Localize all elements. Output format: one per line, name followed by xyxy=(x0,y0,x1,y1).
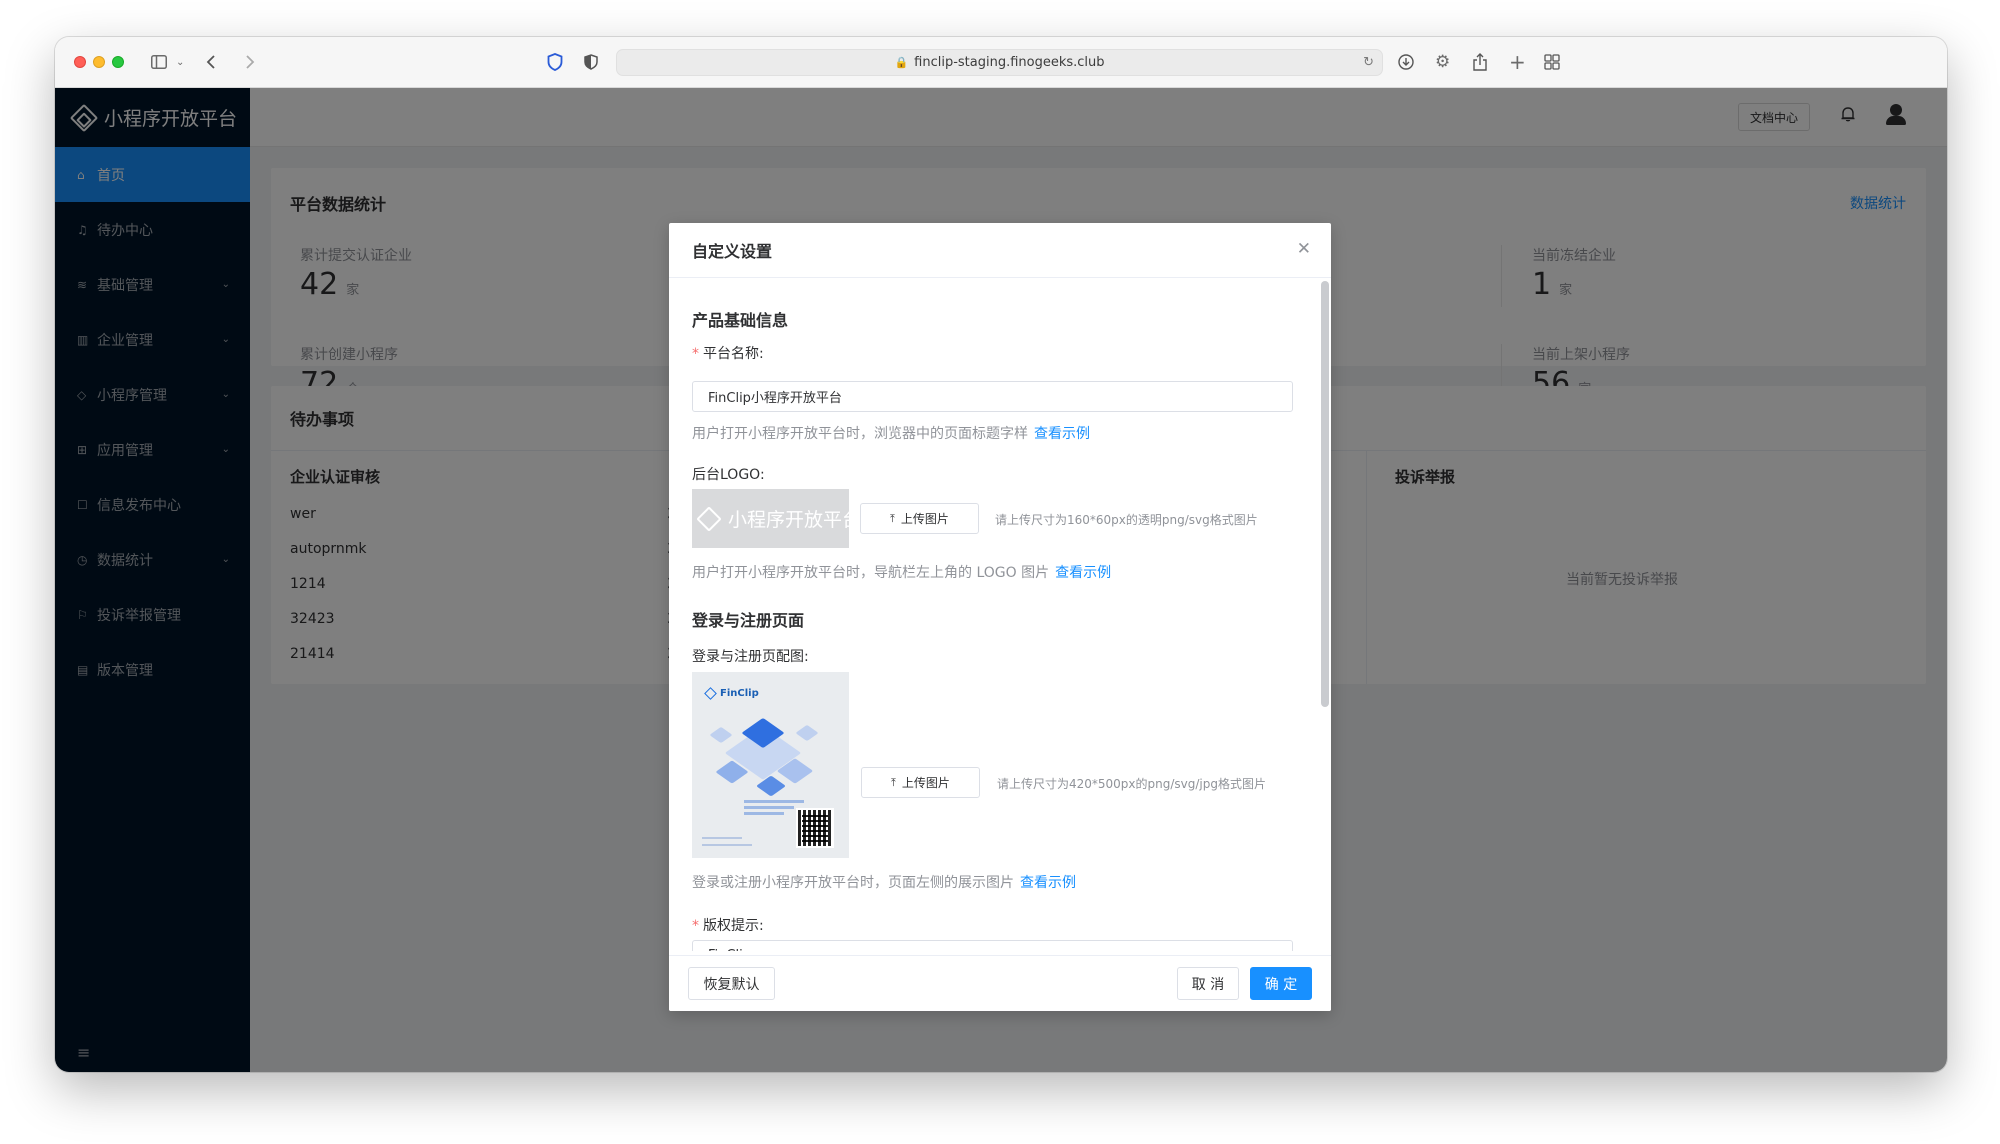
lock-icon: 🔒 xyxy=(894,56,909,69)
chevron-down-icon[interactable]: ⌄ xyxy=(176,48,184,76)
upload-icon: ⤒ xyxy=(890,511,895,525)
view-example-link[interactable]: 查看示例 xyxy=(1055,565,1111,581)
view-example-link[interactable]: 查看示例 xyxy=(1034,426,1090,442)
login-image-upload-tip: 请上传尺寸为420*500px的png/svg/jpg格式图片 xyxy=(997,777,1266,791)
address-bar[interactable]: 🔒 finclip-staging.finogeeks.club ↻ xyxy=(616,49,1383,76)
cancel-button[interactable]: 取 消 xyxy=(1177,967,1239,1000)
minimize-window-button[interactable] xyxy=(93,56,105,68)
dialog-footer: 恢复默认 取 消 确 定 xyxy=(669,955,1331,1011)
browser-toolbar: ⌄ 🔒 finclip-staging.finogeeks.club ↻ ⚙ + xyxy=(55,37,1947,88)
login-image-preview: FinClip xyxy=(692,672,849,858)
confirm-button[interactable]: 确 定 xyxy=(1250,967,1312,1000)
custom-settings-dialog: 自定义设置 ✕ 产品基础信息 * 平台名称: FinClip小程序开放平台 用户打… xyxy=(669,223,1331,1011)
illustration-line xyxy=(744,806,794,809)
logo-hint: 用户打开小程序开放平台时，导航栏左上角的 LOGO 图片 查看示例 xyxy=(692,565,1112,581)
browser-window: ⌄ 🔒 finclip-staging.finogeeks.club ↻ ⚙ + xyxy=(55,37,1947,1072)
copyright-input[interactable]: FinClip xyxy=(692,940,1293,951)
close-window-button[interactable] xyxy=(74,56,86,68)
illustration-line xyxy=(744,812,784,815)
settings-icon[interactable]: ⚙ xyxy=(1435,48,1450,76)
platform-name-input[interactable]: FinClip小程序开放平台 xyxy=(692,381,1293,412)
dialog-body: 产品基础信息 * 平台名称: FinClip小程序开放平台 用户打开小程序开放平台… xyxy=(669,279,1319,951)
login-image-hint: 登录或注册小程序开放平台时，页面左侧的展示图片 查看示例 xyxy=(692,875,1076,891)
illustration-line xyxy=(702,837,742,839)
illustration-block xyxy=(795,724,819,742)
illustration-line xyxy=(744,800,804,803)
reset-default-button[interactable]: 恢复默认 xyxy=(688,967,775,1000)
tab-overview-icon[interactable] xyxy=(1544,48,1560,76)
copyright-label: * 版权提示: xyxy=(692,918,764,934)
section-basic-title: 产品基础信息 xyxy=(692,311,789,330)
back-icon[interactable] xyxy=(206,48,216,76)
shield-icon[interactable] xyxy=(547,48,563,76)
sidebar-icon[interactable] xyxy=(151,48,167,76)
upload-login-image-button[interactable]: ⤒ 上传图片 xyxy=(861,767,980,798)
qr-code-icon xyxy=(796,808,834,848)
backend-logo-label: 后台LOGO: xyxy=(692,467,765,483)
section-login-title: 登录与注册页面 xyxy=(692,611,805,630)
close-icon[interactable]: ✕ xyxy=(1297,239,1311,259)
zoom-window-button[interactable] xyxy=(112,56,124,68)
upload-logo-button[interactable]: ⤒ 上传图片 xyxy=(860,503,979,534)
illustration-line xyxy=(702,844,752,846)
preview-brand: FinClip xyxy=(704,687,759,700)
upload-icon: ⤒ xyxy=(891,775,896,789)
platform-name-hint: 用户打开小程序开放平台时，浏览器中的页面标题字样 查看示例 xyxy=(692,426,1090,442)
logo-upload-tip: 请上传尺寸为160*60px的透明png/svg格式图片 xyxy=(995,513,1258,527)
illustration-block xyxy=(709,726,733,744)
url-text: finclip-staging.finogeeks.club xyxy=(914,55,1105,70)
app-root: 小程序开放平台 ⌂ 首页 ♫ 待办中心 ≋ 基础管理 ⌄ ▥ 企业 xyxy=(55,88,1947,1072)
logo-preview-image: 小程序开放平台 xyxy=(692,489,849,548)
dialog-scrollbar[interactable] xyxy=(1321,281,1329,707)
platform-name-label: * 平台名称: xyxy=(692,346,764,362)
forward-icon[interactable] xyxy=(245,48,255,76)
login-image-label: 登录与注册页配图: xyxy=(692,649,809,665)
privacy-icon[interactable] xyxy=(584,48,598,76)
reload-icon[interactable]: ↻ xyxy=(1363,55,1374,70)
new-tab-icon[interactable]: + xyxy=(1509,48,1526,76)
download-icon[interactable] xyxy=(1398,48,1414,76)
brand-logo-icon xyxy=(696,505,722,532)
view-example-link[interactable]: 查看示例 xyxy=(1020,875,1076,891)
share-icon[interactable] xyxy=(1473,48,1487,76)
dialog-title: 自定义设置 xyxy=(669,223,1331,278)
